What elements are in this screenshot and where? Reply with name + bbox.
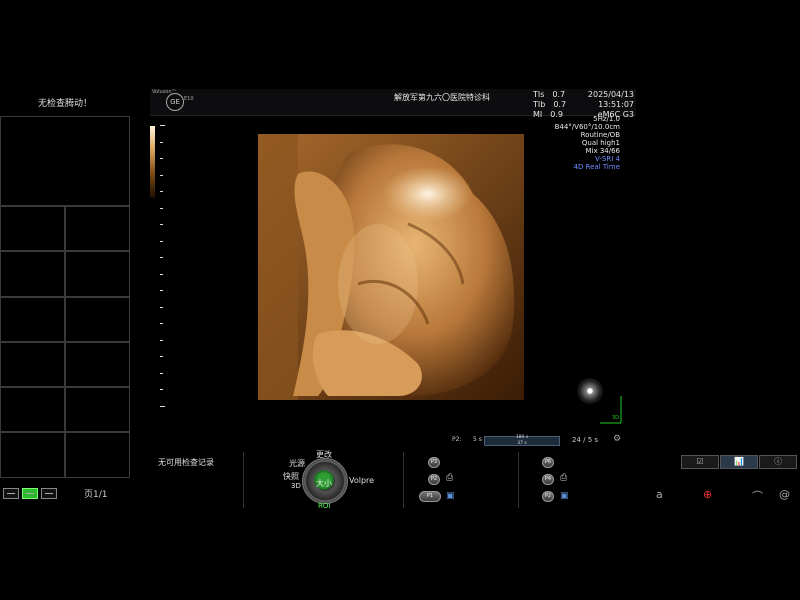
scale-tick	[160, 323, 163, 324]
thumbnail-cell[interactable]	[0, 297, 65, 342]
printer-icon[interactable]: ⎙	[446, 473, 456, 483]
scale-tick	[160, 240, 163, 242]
scale-tick	[160, 306, 163, 308]
tab-info[interactable]: ⓘ	[759, 455, 797, 469]
scale-tick	[160, 207, 163, 209]
index-label: TIs	[533, 90, 545, 99]
scale-tick	[160, 158, 163, 159]
color-map-bar	[150, 126, 155, 198]
mode-line: 4D Real Time	[573, 163, 620, 171]
thumbnail-cell[interactable]	[0, 342, 65, 387]
dial-label-light[interactable]: 光源	[289, 458, 305, 469]
scale-tick	[160, 125, 165, 126]
preset-button-p3[interactable]: P3	[428, 457, 440, 468]
depth-scale	[160, 125, 166, 415]
time: 13:51:07	[598, 100, 634, 109]
network-icon[interactable]: ⊕	[703, 488, 712, 501]
cine-label: P2:	[452, 436, 462, 443]
thumbnail-cell[interactable]	[65, 432, 130, 478]
keyboard-a-icon[interactable]: a	[656, 488, 663, 501]
divider	[243, 452, 244, 508]
preset-button-p2-right[interactable]: P2	[542, 491, 554, 502]
thumbnail-cell[interactable]	[65, 206, 130, 251]
layout-toggle-group	[3, 488, 57, 499]
index-value: 0.7	[553, 100, 567, 109]
cine-left-value: 5 s	[473, 436, 482, 443]
thumbnail-cell[interactable]	[0, 116, 130, 206]
scale-tick	[160, 290, 163, 291]
thumbnail-grid	[0, 116, 130, 478]
layout-grid-icon[interactable]	[22, 488, 38, 499]
axis-label: 3D	[612, 415, 620, 421]
cine-bottom-value: 37 s	[517, 441, 527, 446]
scale-tick	[160, 405, 165, 407]
scale-tick	[160, 174, 163, 176]
dial-label-volpre[interactable]: Volpre	[349, 476, 374, 485]
layout-grid-large-icon[interactable]	[41, 488, 57, 499]
facility-name: 解放军第九六〇医院特诊科	[394, 93, 490, 102]
save-icon[interactable]: ▣	[560, 491, 570, 501]
scale-tick	[160, 372, 163, 374]
scale-tick	[160, 339, 163, 341]
dial-label-3d: 3D	[291, 482, 301, 490]
gear-icon[interactable]: ⚙	[613, 434, 621, 444]
scale-tick	[160, 389, 163, 390]
no-records-text: 无可用检查记录	[158, 458, 214, 467]
thumbnail-cell[interactable]	[65, 251, 130, 297]
thumbnail-cell[interactable]	[65, 297, 130, 342]
thumbnail-cell[interactable]	[65, 342, 130, 387]
thumbnail-cell[interactable]	[0, 387, 65, 432]
wifi-icon[interactable]: ⌒	[752, 488, 763, 504]
thumbnail-cell[interactable]	[0, 206, 65, 251]
mode-line: V-SRI 4	[595, 155, 620, 163]
param-line: Routine/OB	[580, 131, 620, 139]
preset-button-p4[interactable]: P4	[542, 474, 554, 485]
email-icon[interactable]: @	[779, 488, 790, 501]
divider	[518, 452, 519, 508]
scale-tick	[160, 257, 163, 258]
param-line: B44°/V60°/10.0cm	[554, 123, 620, 131]
index-value: 0.7	[552, 90, 566, 99]
cine-rate: 24 / 5 s	[572, 436, 599, 444]
dial-label-roi[interactable]: ROI	[318, 502, 330, 510]
print-report-icon[interactable]: ⎙	[560, 473, 570, 483]
thumbnail-cell[interactable]	[0, 432, 65, 478]
volume-render-image[interactable]	[258, 134, 524, 400]
param-line: Qual high1	[581, 139, 620, 147]
scale-tick	[160, 356, 163, 357]
scale-tick	[160, 191, 163, 192]
cine-top-value: 180 s	[515, 435, 529, 440]
save-icon[interactable]: ▣	[446, 491, 456, 501]
imaging-parameters: 5Hz/1.0 B44°/V60°/10.0cm Routine/OB Qual…	[540, 115, 620, 171]
param-line: Mix 34/66	[585, 147, 620, 155]
preset-button-p1[interactable]: P1	[419, 491, 441, 502]
dial-label-change[interactable]: 更改	[316, 449, 332, 460]
thumbnail-cell[interactable]	[65, 387, 130, 432]
tab-check[interactable]: ☑	[681, 455, 719, 469]
page-indicator: 页1/1	[84, 490, 108, 500]
scale-tick	[160, 273, 163, 275]
tab-chart[interactable]: 📊	[720, 455, 758, 469]
scale-tick	[160, 224, 163, 225]
status-message: 无检查腾动！	[37, 99, 92, 109]
date: 2025/04/13	[587, 90, 634, 99]
divider	[403, 452, 404, 508]
dial-center-label: 大小	[316, 479, 332, 488]
dial-label-snapshot[interactable]: 快照	[283, 471, 299, 482]
param-line: 5Hz/1.0	[593, 115, 620, 123]
layout-single-icon[interactable]	[3, 488, 19, 499]
index-label: TIb	[533, 100, 546, 109]
thumbnail-cell[interactable]	[0, 251, 65, 297]
preset-button-p6[interactable]: P6	[542, 457, 554, 468]
preset-button-p2[interactable]: P2	[428, 474, 440, 485]
brand-model: E10	[184, 96, 194, 102]
ge-logo-icon: GE	[166, 93, 184, 111]
scale-tick	[160, 141, 163, 143]
